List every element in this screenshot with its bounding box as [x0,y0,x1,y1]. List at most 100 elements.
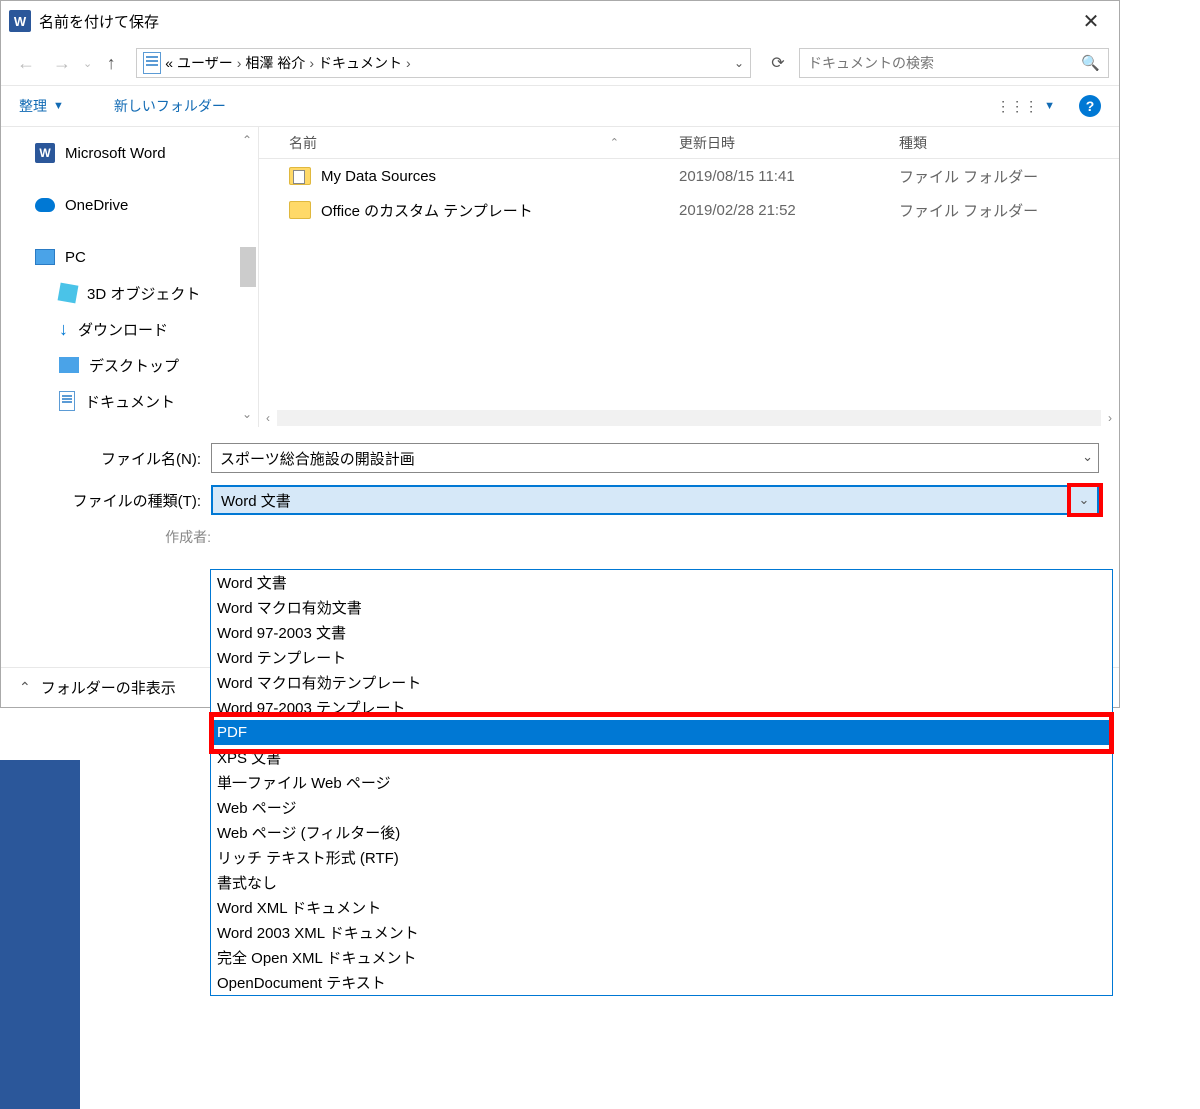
scroll-up-icon[interactable]: ⌃ [238,131,256,149]
back-button[interactable]: ← [11,48,41,78]
sidebar-scrollbar-thumb[interactable] [240,247,256,287]
navigation-row: ← → ⌄ ↑ « ユーザー › 相澤 裕介 › ドキュメント › ⌄ ⟳ 🔍 [1,41,1119,85]
breadcrumb-segment[interactable]: ドキュメント [318,53,402,73]
filetype-dropdown-button[interactable]: ⌄ [1069,485,1099,515]
horizontal-scrollbar[interactable]: ‹ › [259,409,1119,427]
file-type: ファイル フォルダー [899,166,1119,187]
location-icon [143,52,161,74]
file-row[interactable]: Office のカスタム テンプレート2019/02/28 21:52ファイル … [259,193,1119,227]
filetype-option[interactable]: リッチ テキスト形式 (RTF) [211,845,1112,870]
titlebar: W 名前を付けて保存 ✕ [1,1,1119,41]
filename-input[interactable] [211,443,1099,473]
file-row[interactable]: My Data Sources 2019/08/15 11:41ファイル フォルダ… [259,159,1119,193]
refresh-button[interactable]: ⟳ [763,48,793,78]
help-button[interactable]: ? [1079,95,1101,117]
chevron-right-icon: › [237,55,242,71]
sidebar-label: 3D オブジェクト [87,283,200,304]
breadcrumb-segment[interactable]: ユーザー [177,53,233,73]
scroll-left-icon[interactable]: ‹ [259,411,277,425]
filetype-option[interactable]: Word 97-2003 テンプレート [211,695,1112,720]
file-date: 2019/08/15 11:41 [679,168,899,185]
sidebar-label: OneDrive [65,197,128,214]
filetype-option[interactable]: Word マクロ有効テンプレート [211,670,1112,695]
sidebar-label: デスクトップ [89,355,179,376]
word-sidebar-strip [0,760,80,1109]
chevron-down-icon: ▼ [1044,100,1055,112]
up-button[interactable]: ↑ [98,50,124,76]
filetype-option[interactable]: Word マクロ有効文書 [211,595,1112,620]
breadcrumb-segment[interactable]: 相澤 裕介 [245,53,305,73]
desktop-icon [59,357,79,373]
sidebar-item-3d-objects[interactable]: 3D オブジェクト [1,275,258,311]
save-as-dialog: W 名前を付けて保存 ✕ ← → ⌄ ↑ « ユーザー › 相澤 裕介 › ドキ… [0,0,1120,708]
filename-dropdown-icon[interactable]: ⌄ [1082,449,1093,465]
word-app-icon: W [9,10,31,32]
close-button[interactable]: ✕ [1071,1,1111,41]
filetype-combo[interactable]: Word 文書 [211,485,1099,515]
explorer-body: ⌃ W Microsoft Word OneDrive PC [1,127,1119,427]
filetype-dropdown-list: Word 文書Word マクロ有効文書Word 97-2003 文書Word テ… [210,569,1113,996]
search-box[interactable]: 🔍 [799,48,1109,78]
sidebar-item-pc[interactable]: PC [1,239,258,275]
cube-icon [58,283,79,304]
window-title: 名前を付けて保存 [39,11,1071,32]
filetype-option[interactable]: 完全 Open XML ドキュメント [211,945,1112,970]
sidebar-item-onedrive[interactable]: OneDrive [1,187,258,223]
folder-icon [289,167,311,185]
filename-row: ファイル名(N): ⌄ [11,443,1099,473]
filetype-option[interactable]: 単一ファイル Web ページ [211,770,1112,795]
breadcrumb[interactable]: « ユーザー › 相澤 裕介 › ドキュメント › ⌄ [136,48,751,78]
file-list-header: 名前 ⌃ 更新日時 種類 [259,127,1119,159]
organize-button[interactable]: 整理 [19,96,47,116]
sidebar-item-downloads[interactable]: ↓ ダウンロード [1,311,258,347]
scroll-right-icon[interactable]: › [1101,411,1119,425]
column-date[interactable]: 更新日時 [679,133,899,153]
file-type: ファイル フォルダー [899,200,1119,221]
filetype-option[interactable]: PDF [211,720,1112,745]
column-name[interactable]: 名前 ⌃ [259,133,679,153]
view-options-button[interactable]: ⋮⋮⋮ ▼ [996,98,1055,115]
sidebar: ⌃ W Microsoft Word OneDrive PC [1,127,259,427]
folder-icon [289,201,311,219]
filetype-option[interactable]: 書式なし [211,870,1112,895]
sidebar-item-desktop[interactable]: デスクトップ [1,347,258,383]
filetype-option[interactable]: OpenDocument テキスト [211,970,1112,995]
view-icon: ⋮⋮⋮ [996,98,1038,115]
filetype-option[interactable]: Word XML ドキュメント [211,895,1112,920]
column-type[interactable]: 種類 [899,133,1119,153]
history-dropdown-icon[interactable]: ⌄ [83,57,92,70]
filetype-option[interactable]: Word テンプレート [211,645,1112,670]
search-icon[interactable]: 🔍 [1081,54,1100,72]
sidebar-item-word[interactable]: W Microsoft Word [1,135,258,171]
organize-dropdown-icon[interactable]: ▼ [53,100,64,112]
filetype-option[interactable]: Word 文書 [211,570,1112,595]
chevron-right-icon: › [406,55,411,71]
author-label: 作成者: [21,527,221,547]
word-icon: W [35,143,55,163]
filetype-option[interactable]: Web ページ [211,795,1112,820]
search-input[interactable] [808,55,1081,71]
filetype-option[interactable]: XPS 文書 [211,745,1112,770]
filetype-option[interactable]: Web ページ (フィルター後) [211,820,1112,845]
sort-asc-icon: ⌃ [610,136,619,149]
chevron-up-icon[interactable]: ⌃ [19,679,31,696]
chevron-right-icon: › [309,55,314,71]
file-name: My Data Sources [321,168,436,185]
sidebar-item-documents[interactable]: ドキュメント [1,383,258,419]
author-row: 作成者: [11,527,1099,547]
filetype-label: ファイルの種類(T): [11,490,211,511]
file-name: Office のカスタム テンプレート [321,200,533,221]
new-folder-button[interactable]: 新しいフォルダー [114,96,226,116]
breadcrumb-dropdown-icon[interactable]: ⌄ [734,56,744,70]
file-list-area: 名前 ⌃ 更新日時 種類 My Data Sources 2019/08/15 1… [259,127,1119,427]
sidebar-label: ダウンロード [78,319,168,340]
download-icon: ↓ [59,319,68,340]
hide-folders-button[interactable]: フォルダーの非表示 [41,677,176,698]
scroll-down-icon[interactable]: ⌄ [238,405,256,423]
filename-label: ファイル名(N): [11,448,211,469]
toolbar: 整理 ▼ 新しいフォルダー ⋮⋮⋮ ▼ ? [1,85,1119,127]
filetype-option[interactable]: Word 2003 XML ドキュメント [211,920,1112,945]
forward-button[interactable]: → [47,48,77,78]
scrollbar-track[interactable] [277,410,1101,426]
filetype-option[interactable]: Word 97-2003 文書 [211,620,1112,645]
